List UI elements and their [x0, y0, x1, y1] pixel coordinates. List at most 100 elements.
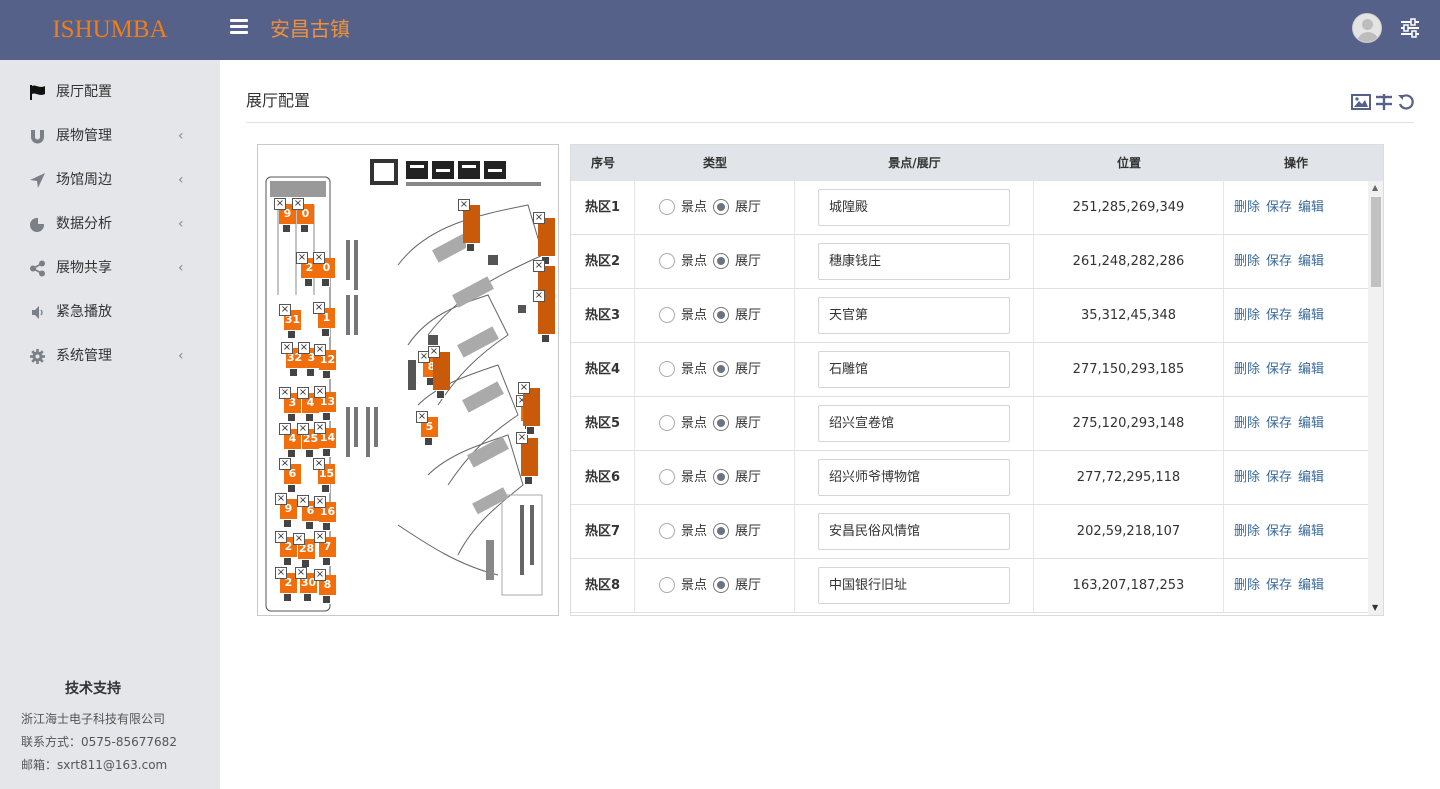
delete-link[interactable]: 删除 — [1234, 308, 1260, 323]
name-input[interactable]: 石雕馆 — [818, 351, 1010, 388]
filter-sliders-icon[interactable] — [1375, 93, 1393, 111]
hotspot-marker[interactable]: 15 × — [313, 458, 335, 493]
delete-link[interactable]: 删除 — [1234, 362, 1260, 377]
remove-hotspot-icon[interactable]: × — [279, 304, 291, 316]
radio-hall[interactable] — [713, 253, 729, 269]
remove-hotspot-icon[interactable]: × — [314, 422, 326, 434]
name-input[interactable]: 绍兴师爷博物馆 — [818, 459, 1010, 496]
resize-handle[interactable] — [283, 557, 292, 566]
hotspot-marker[interactable]: 1 × — [313, 302, 335, 337]
hotspot-marker[interactable]: 0 × — [292, 198, 314, 233]
radio-hall[interactable] — [713, 361, 729, 377]
resize-handle[interactable] — [305, 413, 314, 422]
radio-scenic[interactable] — [659, 415, 675, 431]
hotspot-marker[interactable]: × — [516, 432, 538, 485]
radio-hall[interactable] — [713, 469, 729, 485]
radio-scenic[interactable] — [659, 307, 675, 323]
image-icon[interactable] — [1351, 93, 1371, 111]
resize-handle[interactable] — [424, 437, 433, 446]
delete-link[interactable]: 删除 — [1234, 524, 1260, 539]
remove-hotspot-icon[interactable]: × — [313, 252, 325, 264]
remove-hotspot-icon[interactable]: × — [279, 458, 291, 470]
delete-link[interactable]: 删除 — [1234, 416, 1260, 431]
hotspot-marker[interactable]: 6 × — [279, 458, 301, 493]
sliders-settings-icon[interactable] — [1400, 18, 1420, 38]
name-input[interactable]: 天官第 — [818, 297, 1010, 334]
edit-link[interactable]: 编辑 — [1298, 308, 1324, 323]
hotspot-marker[interactable]: 31 × — [279, 304, 301, 339]
remove-hotspot-icon[interactable]: × — [428, 346, 440, 358]
remove-hotspot-icon[interactable]: × — [314, 569, 326, 581]
save-link[interactable]: 保存 — [1266, 470, 1292, 485]
radio-scenic[interactable] — [659, 469, 675, 485]
hotspot-marker[interactable]: × — [518, 382, 540, 435]
edit-link[interactable]: 编辑 — [1298, 578, 1324, 593]
resize-handle[interactable] — [322, 522, 331, 531]
resize-handle[interactable] — [526, 426, 535, 435]
remove-hotspot-icon[interactable]: × — [293, 533, 305, 545]
edit-link[interactable]: 编辑 — [1298, 362, 1324, 377]
remove-hotspot-icon[interactable]: × — [533, 260, 545, 272]
resize-handle[interactable] — [304, 278, 313, 287]
delete-link[interactable]: 删除 — [1234, 200, 1260, 215]
save-link[interactable]: 保存 — [1266, 308, 1292, 323]
hotspot-marker[interactable]: 28 × — [293, 533, 315, 568]
remove-hotspot-icon[interactable]: × — [279, 423, 291, 435]
remove-hotspot-icon[interactable]: × — [298, 342, 310, 354]
remove-hotspot-icon[interactable]: × — [458, 199, 470, 211]
radio-hall[interactable] — [713, 415, 729, 431]
resize-handle[interactable] — [322, 595, 331, 604]
resize-handle[interactable] — [321, 328, 330, 337]
scroll-down-icon[interactable]: ▼ — [1372, 604, 1378, 612]
remove-hotspot-icon[interactable]: × — [297, 387, 309, 399]
resize-handle[interactable] — [306, 368, 315, 377]
radio-scenic[interactable] — [659, 253, 675, 269]
hotspot-marker[interactable]: 9 × — [275, 493, 297, 528]
hotspot-marker[interactable]: 12 × — [314, 344, 336, 379]
scroll-thumb[interactable] — [1371, 197, 1381, 287]
delete-link[interactable]: 删除 — [1234, 254, 1260, 269]
remove-hotspot-icon[interactable]: × — [275, 567, 287, 579]
remove-hotspot-icon[interactable]: × — [296, 252, 308, 264]
remove-hotspot-icon[interactable]: × — [313, 458, 325, 470]
resize-handle[interactable] — [322, 370, 331, 379]
resize-handle[interactable] — [300, 224, 309, 233]
remove-hotspot-icon[interactable]: × — [533, 290, 545, 302]
remove-hotspot-icon[interactable]: × — [292, 198, 304, 210]
resize-handle[interactable] — [289, 368, 298, 377]
hall-map[interactable]: 9 × 0 × 2 × 0 × 31 × 1 × 32 × 3 × 12 × 3 × 4 × 13 × 4 × 25 × 14 × 6 × 15… — [257, 144, 559, 616]
resize-handle[interactable] — [287, 449, 296, 458]
remove-hotspot-icon[interactable]: × — [295, 567, 307, 579]
remove-hotspot-icon[interactable]: × — [314, 496, 326, 508]
hotspot-marker[interactable]: 7 × — [314, 531, 336, 566]
resize-handle[interactable] — [305, 449, 314, 458]
resize-handle[interactable] — [321, 484, 330, 493]
hotspot-marker[interactable]: × — [458, 199, 480, 252]
resize-handle[interactable] — [287, 484, 296, 493]
radio-scenic[interactable] — [659, 523, 675, 539]
resize-handle[interactable] — [303, 593, 312, 602]
radio-scenic[interactable] — [659, 577, 675, 593]
hotspot-marker[interactable]: × — [428, 346, 450, 399]
remove-hotspot-icon[interactable]: × — [275, 493, 287, 505]
hotspot-marker[interactable]: 14 × — [314, 422, 336, 457]
remove-hotspot-icon[interactable]: × — [274, 198, 286, 210]
radio-hall[interactable] — [713, 199, 729, 215]
remove-hotspot-icon[interactable]: × — [275, 531, 287, 543]
radio-scenic[interactable] — [659, 199, 675, 215]
resize-handle[interactable] — [305, 521, 314, 530]
save-link[interactable]: 保存 — [1266, 362, 1292, 377]
menu-toggle-icon[interactable] — [230, 17, 250, 39]
table-scrollbar[interactable]: ▲ ▼ — [1368, 181, 1383, 615]
remove-hotspot-icon[interactable]: × — [279, 387, 291, 399]
remove-hotspot-icon[interactable]: × — [533, 212, 545, 224]
resize-handle[interactable] — [466, 243, 475, 252]
edit-link[interactable]: 编辑 — [1298, 416, 1324, 431]
hotspot-marker[interactable]: × — [533, 290, 555, 343]
save-link[interactable]: 保存 — [1266, 416, 1292, 431]
refresh-icon[interactable] — [1397, 93, 1415, 111]
hotspot-marker[interactable]: × — [533, 212, 555, 265]
remove-hotspot-icon[interactable]: × — [297, 423, 309, 435]
name-input[interactable]: 穗康钱庄 — [818, 243, 1010, 280]
radio-hall[interactable] — [713, 577, 729, 593]
